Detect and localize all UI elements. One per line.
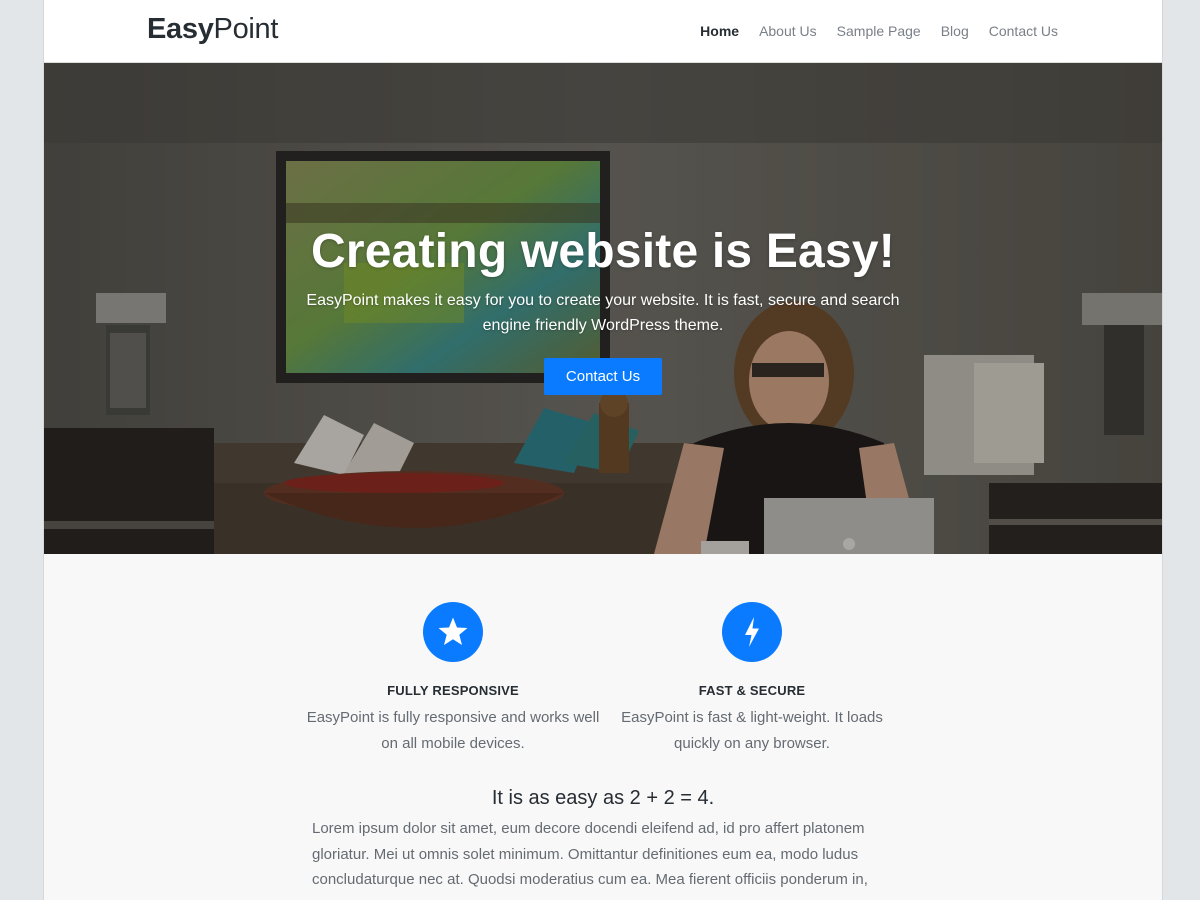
about-paragraph: Lorem ipsum dolor sit amet, eum decore d… bbox=[312, 820, 868, 888]
logo-text-light: Point bbox=[213, 13, 279, 45]
lightning-bolt-icon bbox=[722, 602, 782, 662]
feature-text: EasyPoint is fast & light-weight. It loa… bbox=[621, 709, 883, 752]
feature-title: FULLY RESPONSIVE bbox=[387, 683, 519, 698]
nav-item-sample-page[interactable]: Sample Page bbox=[837, 21, 921, 41]
logo-text-bold: Easy bbox=[147, 13, 214, 45]
nav-item-about-us[interactable]: About Us bbox=[759, 21, 817, 41]
nav-item-contact-us[interactable]: Contact Us bbox=[989, 21, 1058, 41]
feature-text: EasyPoint is fully responsive and works … bbox=[306, 709, 600, 752]
feature-title: FAST & SECURE bbox=[698, 683, 806, 698]
features-section: FULLY RESPONSIVE EasyPoint is fully resp… bbox=[44, 554, 1162, 900]
nav-item-home[interactable]: Home bbox=[700, 21, 739, 41]
nav-item-blog[interactable]: Blog bbox=[941, 21, 969, 41]
hero-subtitle: EasyPoint makes it easy for you to creat… bbox=[306, 292, 900, 334]
hero-title: Creating website is Easy! bbox=[311, 225, 895, 278]
main-nav: Home About Us Sample Page Blog Contact U… bbox=[700, 21, 1058, 41]
site-header: EasyPoint Home About Us Sample Page Blog… bbox=[44, 0, 1162, 63]
site-logo[interactable]: EasyPoint bbox=[147, 11, 278, 47]
about-heading: It is as easy as 2 + 2 = 4. bbox=[491, 787, 715, 809]
contact-us-button[interactable]: Contact Us bbox=[544, 358, 662, 395]
star-icon bbox=[423, 602, 483, 662]
hero-section: Creating website is Easy! EasyPoint make… bbox=[44, 63, 1162, 554]
page-frame: EasyPoint Home About Us Sample Page Blog… bbox=[43, 0, 1163, 900]
